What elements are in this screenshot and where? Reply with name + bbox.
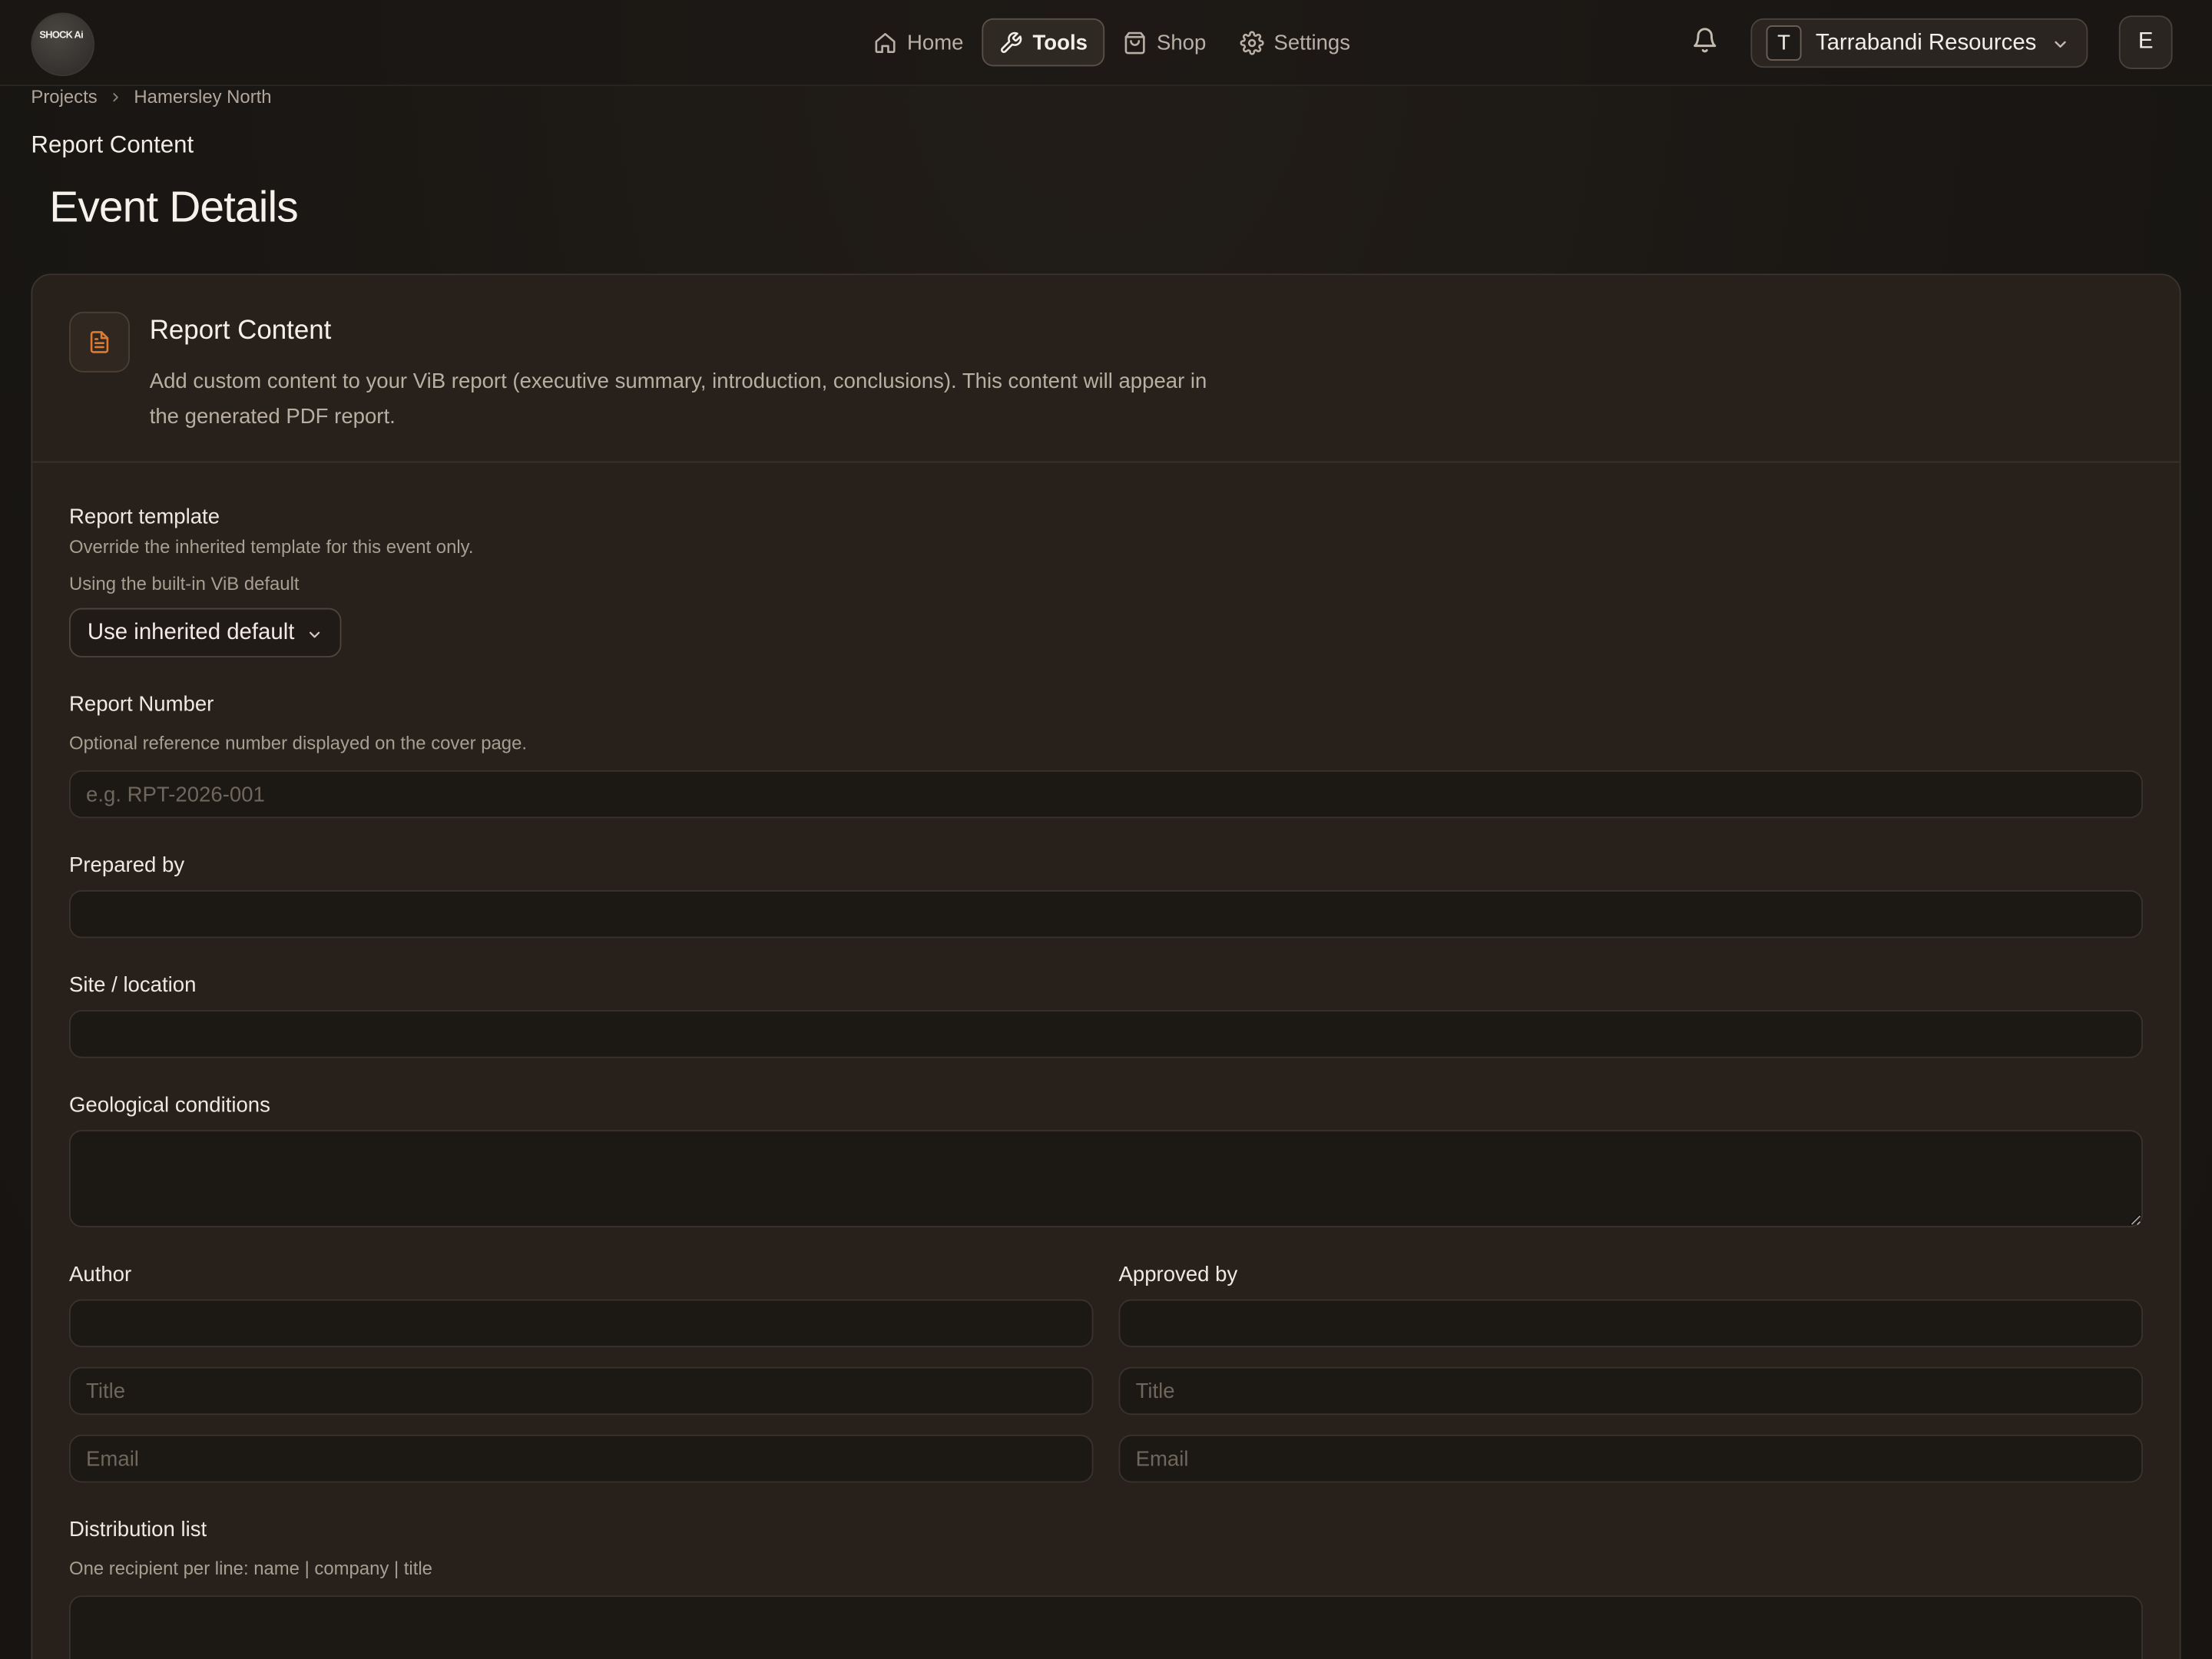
nav-tools-label: Tools xyxy=(1032,30,1088,55)
report-template-hint: Override the inherited template for this… xyxy=(68,535,474,558)
distribution-list-textarea[interactable] xyxy=(68,1595,2143,1659)
chevron-right-icon xyxy=(108,90,122,104)
report-template-status: Using the built-in ViB default xyxy=(68,572,300,594)
card-description: Add custom content to your ViB report (e… xyxy=(149,369,1207,429)
gear-icon xyxy=(1240,30,1264,55)
approved-by-name-input[interactable] xyxy=(1118,1299,2143,1348)
logo-text: SHOCK Ai xyxy=(39,31,83,41)
approved-by-title-input[interactable] xyxy=(1118,1366,2143,1416)
page-title: Event Details xyxy=(49,181,298,232)
main-nav: Home Tools Shop Settings xyxy=(858,18,1366,67)
geological-conditions-label: Geological conditions xyxy=(68,1093,270,1118)
report-template-select[interactable]: Use inherited default xyxy=(68,608,342,657)
author-label: Author xyxy=(68,1262,132,1287)
nav-home[interactable]: Home xyxy=(858,18,979,66)
distribution-list-hint: One recipient per line: name | company |… xyxy=(68,1557,432,1579)
report-number-hint: Optional reference number displayed on t… xyxy=(68,732,527,753)
card-header: Report Content Add custom content to you… xyxy=(32,275,2180,463)
approved-by-label: Approved by xyxy=(1118,1262,1238,1287)
author-name-input[interactable] xyxy=(68,1299,1094,1348)
shock-ai-logo[interactable]: SHOCK Ai xyxy=(31,12,95,77)
card-title: Report Content xyxy=(149,316,332,346)
nav-shop-label: Shop xyxy=(1156,30,1207,55)
nav-settings[interactable]: Settings xyxy=(1224,18,1366,66)
site-location-label: Site / location xyxy=(68,973,197,998)
breadcrumb: Projects Hamersley North xyxy=(31,86,271,108)
user-avatar-button[interactable]: E xyxy=(2118,15,2173,69)
site-location-input[interactable] xyxy=(68,1010,2143,1058)
org-avatar: T xyxy=(1766,25,1802,61)
document-icon xyxy=(68,311,130,373)
top-navigation-bar: SHOCK Ai Home Tools Shop Settings T Tarr… xyxy=(0,0,2212,87)
approved-by-email-input[interactable] xyxy=(1118,1434,2143,1483)
report-number-input[interactable] xyxy=(68,770,2143,819)
section-label: Report Content xyxy=(31,131,194,158)
prepared-by-label: Prepared by xyxy=(68,853,185,878)
nav-shop[interactable]: Shop xyxy=(1108,18,1222,66)
nav-home-label: Home xyxy=(907,30,964,55)
report-content-card: Report Content Add custom content to you… xyxy=(31,273,2181,1659)
author-email-input[interactable] xyxy=(68,1434,1094,1483)
breadcrumb-project[interactable]: Hamersley North xyxy=(134,86,271,108)
organization-switcher[interactable]: T Tarrabandi Resources xyxy=(1750,18,2088,68)
home-icon xyxy=(873,30,897,54)
distribution-list-label: Distribution list xyxy=(68,1518,207,1542)
shopping-bag-icon xyxy=(1123,30,1147,54)
breadcrumb-projects[interactable]: Projects xyxy=(31,86,97,108)
report-template-label: Report template xyxy=(68,505,220,529)
wrench-icon xyxy=(998,30,1022,54)
bell-icon[interactable] xyxy=(1691,27,1718,61)
report-number-label: Report Number xyxy=(68,692,214,717)
nav-tools[interactable]: Tools xyxy=(982,18,1104,67)
prepared-by-input[interactable] xyxy=(68,889,2143,939)
geological-conditions-textarea[interactable] xyxy=(68,1130,2143,1227)
author-title-input[interactable] xyxy=(68,1366,1094,1416)
report-template-selected: Use inherited default xyxy=(87,620,295,644)
nav-settings-label: Settings xyxy=(1273,30,1351,55)
org-name: Tarrabandi Resources xyxy=(1815,30,2037,55)
